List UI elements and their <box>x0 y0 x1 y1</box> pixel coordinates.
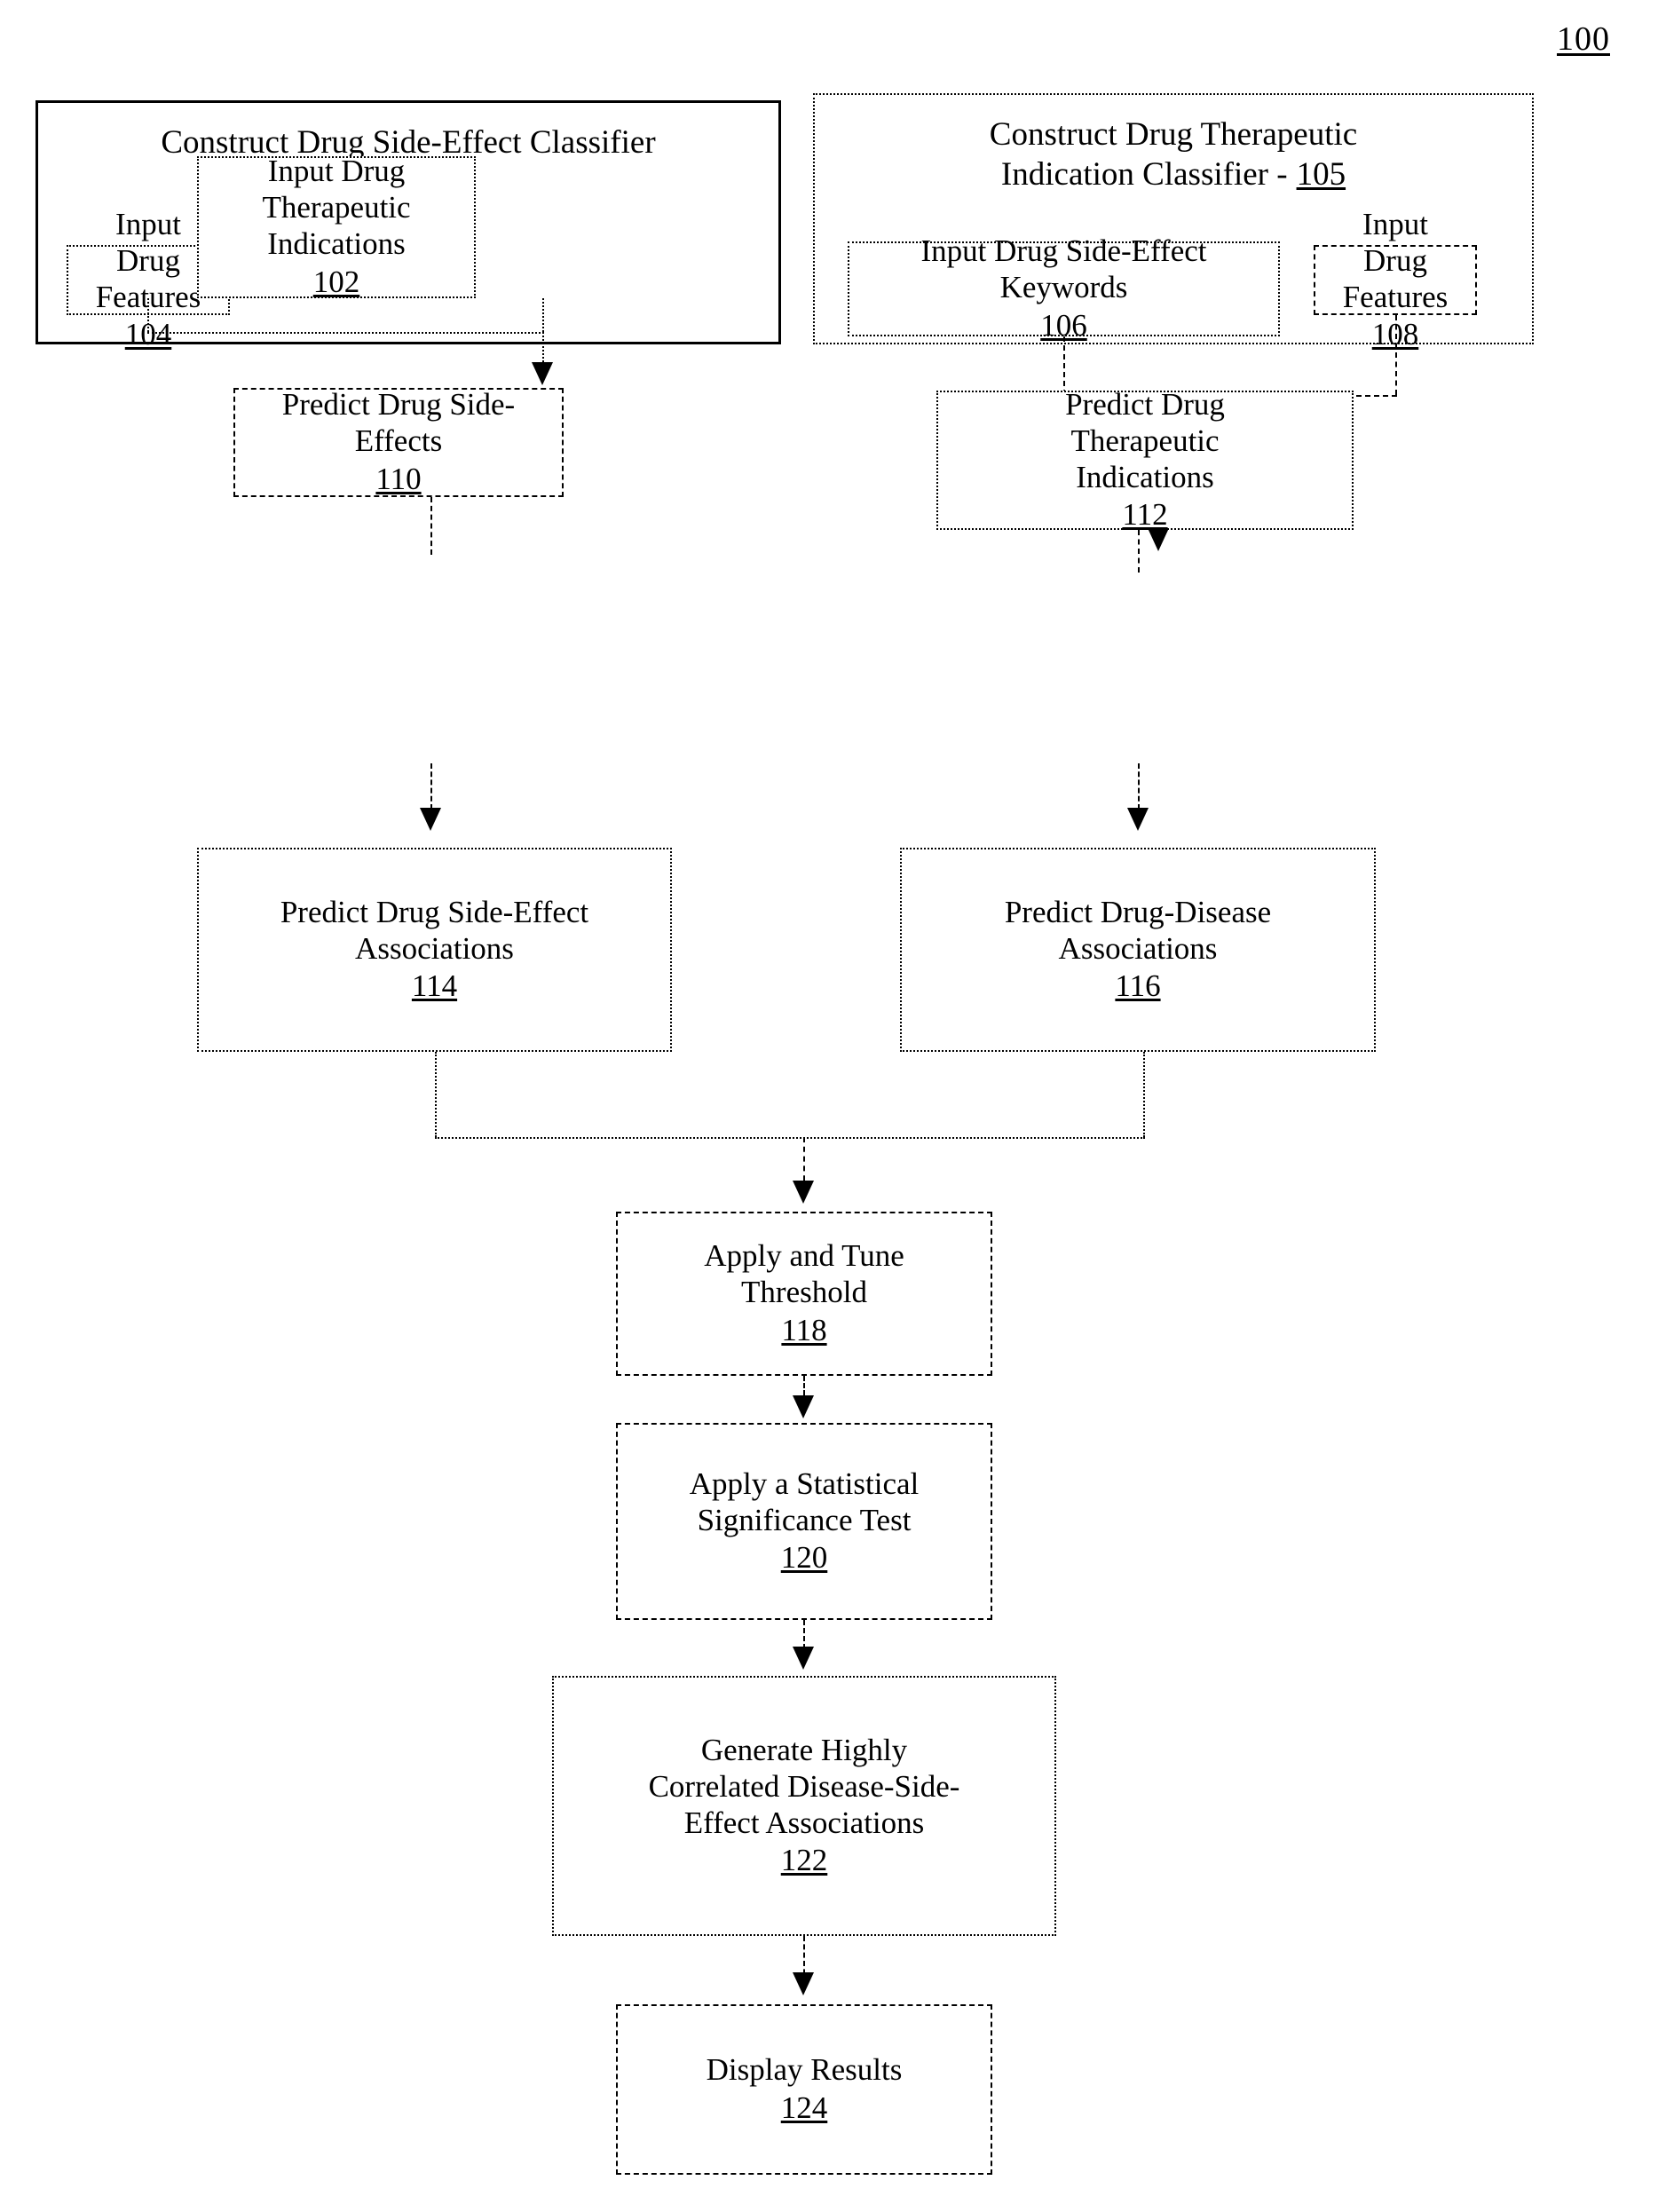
box-118-apply-and-tune-threshold: Apply and Tune Threshold 118 <box>616 1212 992 1376</box>
box-120-line2: Significance Test <box>697 1502 912 1537</box>
box-118-line2: Threshold <box>741 1275 867 1310</box>
box-114-line1: Predict Drug Side-Effect <box>280 894 589 929</box>
box-108-line3: Features <box>1342 279 1449 314</box>
connector-112-to-116 <box>1138 530 1140 573</box>
connector-104-down <box>147 298 149 332</box>
connector-merge-114-116-horizontal <box>435 1137 1145 1139</box>
box-108-line2: Drug <box>1363 242 1427 278</box>
box-112-line3: Indications <box>1076 459 1214 494</box>
connector-114-down <box>435 1052 437 1137</box>
box-102-reference: 102 <box>312 264 360 299</box>
box-124-line1: Display Results <box>706 2052 903 2088</box>
box-102-line3: Indications <box>267 226 406 261</box>
box-110-line2: Effects <box>354 423 443 459</box>
box-116-line1: Predict Drug-Disease <box>1004 894 1272 929</box>
box-122-line2: Correlated Disease-Side- <box>648 1768 960 1804</box>
box-112-line1: Predict Drug <box>1065 386 1225 422</box>
box-112-line2: Therapeutic <box>1070 423 1220 458</box>
box-120-reference: 120 <box>780 1540 828 1576</box>
box-122-line3: Effect Associations <box>683 1805 925 1840</box>
connector-110-to-114-stem <box>430 763 432 810</box>
arrowhead-to-110 <box>532 362 553 385</box>
box-122-generate-correlated-associations: Generate Highly Correlated Disease-Side-… <box>552 1676 1056 1936</box>
group-105-title-line1: Construct Drug Therapeutic <box>989 116 1358 153</box>
box-122-reference: 122 <box>780 1843 828 1878</box>
box-106-line2: Keywords <box>999 270 1128 305</box>
arrowhead-to-124 <box>793 1972 814 1995</box>
group-105-title-line2: Indication Classifier - 105 <box>1001 154 1346 194</box>
box-110-reference: 110 <box>375 461 422 496</box>
box-120-line1: Apply a Statistical <box>689 1465 920 1501</box>
box-116-line2: Associations <box>1058 930 1218 966</box>
box-102-input-drug-therapeutic-indications: Input Drug Therapeutic Indications 102 <box>197 154 476 299</box>
box-114-line2: Associations <box>355 930 514 966</box>
patent-figure-page: 100 Construct Drug Side-Effect Classifie… <box>0 0 1658 2212</box>
connector-112-to-116-stem <box>1138 763 1140 810</box>
arrowhead-to-118 <box>793 1181 814 1204</box>
box-108-line1: Input <box>1362 206 1428 241</box>
box-122-line1: Generate Highly <box>700 1732 908 1767</box>
arrowhead-to-116 <box>1127 808 1149 831</box>
box-112-predict-drug-therapeutic-indications: Predict Drug Therapeutic Indications 112 <box>936 387 1354 533</box>
group-105-title-line2-text: Indication Classifier - <box>1000 156 1288 194</box>
box-106-line1: Input Drug Side-Effect <box>920 233 1207 269</box>
box-112-reference: 112 <box>1122 497 1168 533</box>
connector-110-to-114 <box>430 497 432 555</box>
box-110-predict-drug-side-effects: Predict Drug Side- Effects 110 <box>233 387 564 497</box>
box-116-predict-drug-disease-associations: Predict Drug-Disease Associations 116 <box>900 848 1376 1052</box>
box-114-predict-drug-side-effect-associations: Predict Drug Side-Effect Associations 11… <box>197 848 672 1052</box>
box-102-line1: Input Drug <box>267 154 406 189</box>
connector-116-down <box>1143 1052 1145 1137</box>
box-114-reference: 114 <box>411 968 458 1004</box>
box-108-input-drug-features: Input Drug Features 108 <box>1314 207 1477 352</box>
arrowhead-to-122 <box>793 1647 814 1670</box>
box-118-reference: 118 <box>781 1312 827 1347</box>
connector-101-to-110-stem <box>542 332 544 366</box>
box-104-line2: Drug <box>116 242 180 278</box>
arrowhead-to-120 <box>793 1395 814 1418</box>
connector-102-down <box>542 298 544 332</box>
figure-number: 100 <box>1557 20 1610 58</box>
box-118-line1: Apply and Tune <box>704 1238 904 1274</box>
connector-108-down <box>1395 315 1397 395</box>
group-105-reference: 105 <box>1296 156 1346 194</box>
box-124-reference: 124 <box>780 2090 828 2125</box>
box-110-line1: Predict Drug Side- <box>281 387 516 423</box>
connector-101-merge-horizontal <box>147 332 544 334</box>
box-116-reference: 116 <box>1115 968 1161 1004</box>
box-102-line2: Therapeutic <box>262 190 411 225</box>
box-124-display-results: Display Results 124 <box>616 2004 992 2175</box>
box-106-input-drug-side-effect-keywords: Input Drug Side-Effect Keywords 106 <box>848 233 1280 343</box>
box-120-apply-statistical-significance-test: Apply a Statistical Significance Test 12… <box>616 1423 992 1620</box>
box-104-line1: Input <box>115 206 181 241</box>
arrowhead-to-114 <box>420 808 441 831</box>
